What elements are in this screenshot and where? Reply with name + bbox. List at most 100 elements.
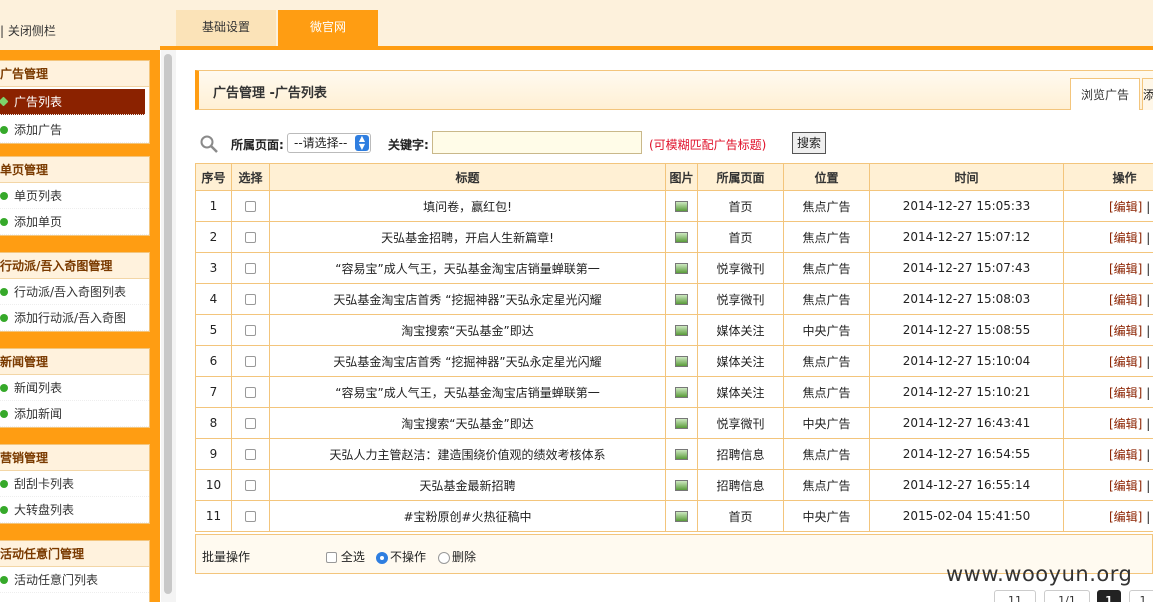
image-icon[interactable] <box>675 356 688 367</box>
select-all-checkbox[interactable] <box>326 552 337 563</box>
col-header-position: 位置 <box>783 163 870 191</box>
tab-add-ad[interactable]: 添 <box>1142 78 1153 110</box>
col-header-no: 序号 <box>195 163 232 191</box>
select-arrows-icon: ▲ ▼ <box>355 135 369 151</box>
image-icon[interactable] <box>675 387 688 398</box>
scrollbar-thumb[interactable] <box>164 54 172 594</box>
tab-micro-site[interactable]: 微官网 <box>278 10 378 46</box>
image-icon[interactable] <box>675 480 688 491</box>
sidebar-group-title[interactable]: 行动派/吾入奇图管理 <box>0 253 149 279</box>
row-actions: [编辑] | <box>1063 283 1153 315</box>
table-row: 5 淘宝搜索“天弘基金”即达 媒体关注 中央广告 2014-12-27 15:08:55… <box>195 314 1153 346</box>
edit-link[interactable]: [编辑] <box>1109 510 1142 524</box>
sidebar-group-title[interactable]: 新闻管理 <box>0 349 149 375</box>
edit-link[interactable]: [编辑] <box>1109 386 1142 400</box>
row-title: 天弘基金招聘，开启人生新篇章! <box>269 221 666 253</box>
image-icon[interactable] <box>675 263 688 274</box>
table-row: 6 天弘基金淘宝店首秀 “挖掘神器”天弘永定星光闪耀 媒体关注 焦点广告 2014-12… <box>195 345 1153 377</box>
edit-link[interactable]: [编辑] <box>1109 479 1142 493</box>
delete-radio[interactable] <box>438 551 450 564</box>
image-icon[interactable] <box>675 232 688 243</box>
row-checkbox[interactable] <box>245 263 256 274</box>
row-checkbox[interactable] <box>245 418 256 429</box>
pagination-current-page[interactable]: 1 <box>1097 590 1121 602</box>
row-checkbox[interactable] <box>245 511 256 522</box>
row-position: 焦点广告 <box>783 190 870 222</box>
row-number: 11 <box>195 500 232 532</box>
image-icon[interactable] <box>675 325 688 336</box>
row-title: 淘宝搜索“天弘基金”即达 <box>269 314 666 346</box>
edit-link[interactable]: [编辑] <box>1109 262 1142 276</box>
action-separator: | <box>1146 509 1151 524</box>
close-sidebar-link[interactable]: | 关闭侧栏 <box>0 22 56 39</box>
edit-link[interactable]: [编辑] <box>1109 324 1142 338</box>
row-time: 2014-12-27 16:55:14 <box>869 469 1064 501</box>
row-checkbox[interactable] <box>245 201 256 212</box>
fuzzy-match-hint: (可模糊匹配广告标题) <box>649 138 767 152</box>
edit-link[interactable]: [编辑] <box>1109 417 1142 431</box>
sidebar-group-title[interactable]: 广告管理 <box>0 61 149 87</box>
sidebar-item-big-wheel[interactable]: 大转盘列表 <box>0 497 149 523</box>
row-checkbox[interactable] <box>245 387 256 398</box>
edit-link[interactable]: [编辑] <box>1109 448 1142 462</box>
row-checkbox[interactable] <box>245 449 256 460</box>
sidebar-item-add-action[interactable]: 添加行动派/吾入奇图 <box>0 305 149 331</box>
row-page: 招聘信息 <box>697 438 784 470</box>
sidebar-item-add-news[interactable]: 添加新闻 <box>0 401 149 427</box>
row-number: 9 <box>195 438 232 470</box>
row-actions: [编辑] | <box>1063 438 1153 470</box>
row-select <box>231 407 270 439</box>
edit-link[interactable]: [编辑] <box>1109 355 1142 369</box>
sidebar-item-add-page[interactable]: 添加单页 <box>0 209 149 235</box>
keyword-label: 关键字: <box>388 138 429 152</box>
sidebar-scrollbar[interactable] <box>161 50 176 602</box>
table-row: 3 “容易宝”成人气王，天弘基金淘宝店销量蝉联第一 悦享微刊 焦点广告 2014-12-… <box>195 252 1153 284</box>
sidebar-group-title[interactable]: 营销管理 <box>0 445 149 471</box>
select-all-option[interactable]: 全选 <box>326 548 365 565</box>
image-icon[interactable] <box>675 449 688 460</box>
row-number: 7 <box>195 376 232 408</box>
sidebar-group-title[interactable]: 单页管理 <box>0 157 149 183</box>
image-icon[interactable] <box>675 294 688 305</box>
delete-option[interactable]: 删除 <box>438 548 476 565</box>
edit-link[interactable]: [编辑] <box>1109 200 1142 214</box>
no-action-option[interactable]: 不操作 <box>376 548 426 565</box>
row-select <box>231 345 270 377</box>
keyword-input[interactable] <box>432 131 642 154</box>
sidebar-item-news-list[interactable]: 新闻列表 <box>0 375 149 401</box>
top-bar: | 关闭侧栏 基础设置 微官网 <box>0 0 1153 50</box>
tab-browse-ads[interactable]: 浏览广告 <box>1070 78 1140 110</box>
sidebar-item-activity-list[interactable]: 活动任意门列表 <box>0 567 149 593</box>
row-image <box>665 221 698 253</box>
sidebar-item-ad-list[interactable]: 广告列表 <box>0 89 145 115</box>
row-actions: [编辑] | <box>1063 469 1153 501</box>
table-row: 1 填问卷，赢红包! 首页 焦点广告 2014-12-27 15:05:33 [编辑] | <box>195 190 1153 222</box>
row-checkbox[interactable] <box>245 294 256 305</box>
green-dot-icon <box>0 314 8 322</box>
edit-link[interactable]: [编辑] <box>1109 293 1142 307</box>
sidebar-item-page-list[interactable]: 单页列表 <box>0 183 149 209</box>
row-checkbox[interactable] <box>245 325 256 336</box>
row-number: 1 <box>195 190 232 222</box>
edit-link[interactable]: [编辑] <box>1109 231 1142 245</box>
page-select[interactable]: --请选择-- ▲ ▼ <box>287 133 371 153</box>
row-title: 天弘基金淘宝店首秀 “挖掘神器”天弘永定星光闪耀 <box>269 283 666 315</box>
no-action-radio[interactable] <box>376 551 388 564</box>
sidebar-item-scratch-card[interactable]: 刮刮卡列表 <box>0 471 149 497</box>
row-page: 媒体关注 <box>697 314 784 346</box>
image-icon[interactable] <box>675 201 688 212</box>
row-checkbox[interactable] <box>245 356 256 367</box>
sidebar-group-title[interactable]: 活动任意门管理 <box>0 541 149 567</box>
pagination-page-link[interactable]: 1 <box>1129 590 1153 602</box>
row-checkbox[interactable] <box>245 480 256 491</box>
image-icon[interactable] <box>675 418 688 429</box>
tab-basic-settings[interactable]: 基础设置 <box>176 10 276 46</box>
row-position: 中央广告 <box>783 314 870 346</box>
search-button[interactable]: 搜索 <box>792 132 826 154</box>
row-page: 首页 <box>697 500 784 532</box>
row-checkbox[interactable] <box>245 232 256 243</box>
sidebar-item-action-list[interactable]: 行动派/吾入奇图列表 <box>0 279 149 305</box>
sidebar-item-add-ad[interactable]: 添加广告 <box>0 117 149 143</box>
col-header-time: 时间 <box>869 163 1064 191</box>
image-icon[interactable] <box>675 511 688 522</box>
